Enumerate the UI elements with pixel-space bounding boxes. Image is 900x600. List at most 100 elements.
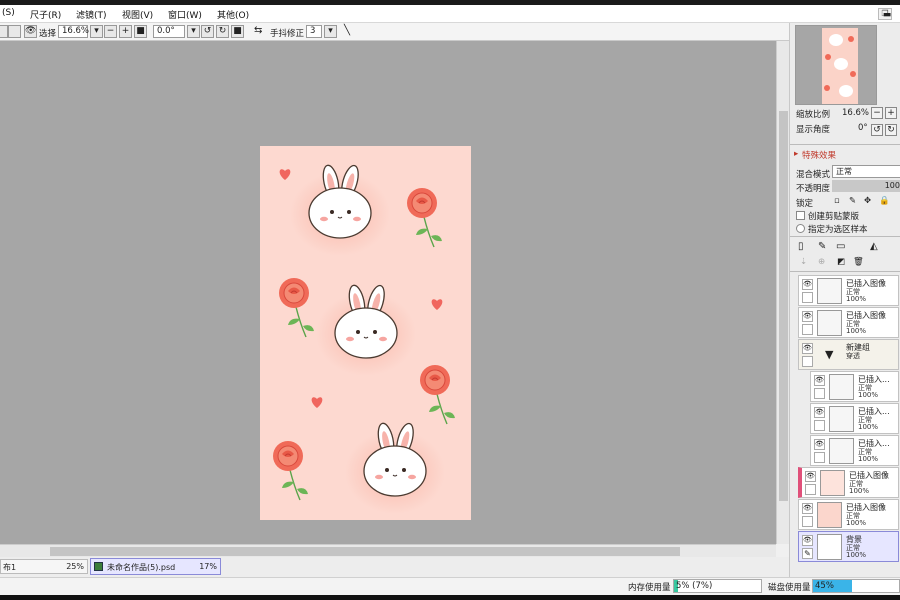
menu-item-ruler[interactable]: 尺子(R): [30, 8, 61, 21]
eye-icon[interactable]: 👁: [802, 311, 813, 322]
eye-icon[interactable]: 👁: [24, 25, 37, 38]
canvas-area[interactable]: [0, 41, 776, 544]
horizontal-scroll-thumb[interactable]: [50, 547, 680, 556]
navigator-zoom-label: 缩放比例: [796, 110, 831, 120]
pencil-icon[interactable]: ✎: [802, 548, 813, 559]
zoom-reset-button[interactable]: ■: [134, 25, 147, 38]
navigator-preview[interactable]: [795, 25, 877, 105]
eye-icon[interactable]: 👁: [814, 439, 825, 450]
lock-label: 锁定: [796, 199, 814, 209]
new-linework-layer-icon[interactable]: ✎: [818, 241, 826, 252]
lock-all-icon[interactable]: 🔒: [879, 196, 890, 206]
stabilizer-dropdown-icon[interactable]: ▾: [324, 25, 337, 38]
layer-select-checkbox[interactable]: [814, 452, 825, 463]
toolbar: 👁 选择 16.6% ▾ − + ■ 0.0° ▾ ↺ ↻ ■ ⇆ 手抖修正 3…: [0, 23, 900, 41]
delete-layer-icon[interactable]: 🗑: [853, 257, 864, 267]
layer-thumbnail: [829, 406, 854, 432]
line-tool-icon[interactable]: ╲: [344, 25, 350, 36]
lock-transparency-icon[interactable]: ▫: [834, 196, 840, 206]
tab-document[interactable]: 未命名作品(5).psd 17%: [90, 558, 221, 575]
layer-item[interactable]: 👁 已插入... 正常 100%: [810, 371, 899, 402]
lock-move-icon[interactable]: ✥: [864, 196, 871, 206]
menu-item-window[interactable]: 窗口(W): [168, 8, 202, 21]
eye-icon[interactable]: 👁: [802, 535, 813, 546]
rotate-left-icon[interactable]: ↺: [201, 25, 214, 38]
layer-item[interactable]: 👁 已插入图像 正常 100%: [798, 307, 899, 338]
tab-canvas-1[interactable]: 布1 25%: [0, 559, 88, 574]
layer-folder[interactable]: 👁 ▼ 新建组 穿透: [798, 339, 899, 370]
eye-icon[interactable]: 👁: [802, 503, 813, 514]
stabilizer-field[interactable]: 3: [306, 25, 322, 38]
new-folder-icon[interactable]: ▭: [836, 241, 845, 252]
merge-down-icon[interactable]: ⊕: [818, 257, 825, 267]
layer-item[interactable]: 👁 已插入图像 正常 100%: [798, 499, 899, 530]
navigator-zoom-in-button[interactable]: +: [885, 107, 897, 119]
effects-header[interactable]: 特殊效果: [802, 149, 836, 161]
layer-select-checkbox[interactable]: [802, 324, 813, 335]
menu-item-select[interactable]: (S): [2, 8, 15, 18]
menu-item-view[interactable]: 视图(V): [122, 8, 153, 21]
layer-select-checkbox[interactable]: [814, 388, 825, 399]
eye-icon[interactable]: 👁: [802, 279, 813, 290]
image-file-icon: [94, 562, 103, 571]
folder-collapse-icon[interactable]: ▼: [825, 348, 833, 361]
tab-name: 未命名作品(5).psd: [107, 563, 176, 572]
layer-item[interactable]: 👁 已插入图像 正常 100%: [798, 275, 899, 306]
navigator-rotate-right-icon[interactable]: ↻: [885, 124, 897, 136]
eye-icon[interactable]: 👁: [814, 407, 825, 418]
sample-radio[interactable]: [796, 224, 805, 233]
zoom-out-button[interactable]: −: [104, 25, 117, 38]
toolbar-button[interactable]: [0, 25, 8, 38]
layer-item-background[interactable]: 👁 ✎ 背景 正常 100%: [798, 531, 899, 562]
layer-opacity: 100%: [846, 519, 867, 527]
layer-item[interactable]: 👁 已插入... 正常 100%: [810, 435, 899, 466]
navigator-angle-value[interactable]: 0°: [858, 123, 868, 133]
minimize-icon[interactable]: ▬: [881, 10, 893, 22]
vertical-scrollbar[interactable]: [776, 41, 789, 544]
zoom-dropdown-icon[interactable]: ▾: [90, 25, 103, 38]
zoom-field[interactable]: 16.6%: [58, 25, 89, 38]
layer-opacity: 100%: [846, 551, 867, 559]
zoom-in-button[interactable]: +: [119, 25, 132, 38]
clip-checkbox[interactable]: [796, 211, 805, 220]
layer-item[interactable]: 👁 已插入... 正常 100%: [810, 403, 899, 434]
rotate-reset-button[interactable]: ■: [231, 25, 244, 38]
layer-opacity: 100%: [846, 295, 867, 303]
angle-dropdown-icon[interactable]: ▾: [187, 25, 200, 38]
vertical-scroll-thumb[interactable]: [779, 111, 788, 501]
clip-label: 创建剪贴蒙版: [808, 212, 860, 222]
rotate-right-icon[interactable]: ↻: [216, 25, 229, 38]
lock-paint-icon[interactable]: ✎: [849, 196, 856, 206]
navigator-zoom-value[interactable]: 16.6%: [842, 108, 869, 118]
taskbar: [0, 595, 900, 600]
opacity-slider[interactable]: 100: [832, 180, 900, 192]
layer-select-checkbox[interactable]: [802, 516, 813, 527]
layer-select-checkbox[interactable]: [814, 420, 825, 431]
eye-icon[interactable]: 👁: [802, 343, 813, 354]
menu-item-filter[interactable]: 滤镜(T): [76, 8, 107, 21]
eye-icon[interactable]: 👁: [805, 471, 816, 482]
fill-icon[interactable]: ◭: [870, 241, 878, 252]
toolbar-button[interactable]: [8, 25, 21, 38]
divider: [790, 144, 900, 145]
transfer-down-icon[interactable]: ⇣: [800, 257, 807, 267]
layer-item-clipped[interactable]: 👁 已插入图像 正常 100%: [798, 467, 899, 498]
menu-bar: (S) 尺子(R) 滤镜(T) 视图(V) 窗口(W) 其他(O) ❐: [0, 5, 900, 23]
layer-thumbnail: [817, 278, 842, 304]
layer-select-checkbox[interactable]: [805, 484, 816, 495]
navigator-rotate-left-icon[interactable]: ↺: [871, 124, 883, 136]
flip-icon[interactable]: ⇆: [254, 25, 262, 36]
clear-layer-icon[interactable]: ◩: [837, 257, 845, 267]
blend-mode-select[interactable]: 正常: [832, 165, 900, 178]
new-layer-icon[interactable]: ▯: [798, 241, 804, 252]
navigator-zoom-out-button[interactable]: −: [871, 107, 883, 119]
effects-expand-icon[interactable]: ▸: [794, 149, 798, 159]
menu-item-other[interactable]: 其他(O): [217, 8, 249, 21]
angle-field[interactable]: 0.0°: [153, 25, 185, 38]
layer-select-checkbox[interactable]: [802, 356, 813, 367]
horizontal-scrollbar[interactable]: [0, 544, 776, 557]
layer-thumbnail: [829, 438, 854, 464]
eye-icon[interactable]: 👁: [814, 375, 825, 386]
artwork-illustration: [272, 163, 456, 515]
layer-select-checkbox[interactable]: [802, 292, 813, 303]
